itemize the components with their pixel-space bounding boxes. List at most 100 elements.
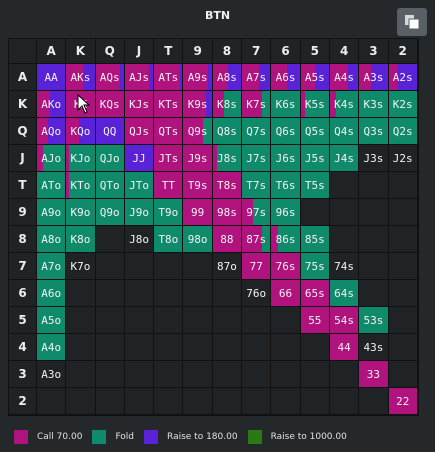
hand-cell[interactable]: 33 — [359, 361, 389, 388]
hand-cell[interactable] — [359, 388, 389, 415]
hand-cell[interactable] — [242, 307, 272, 334]
hand-cell[interactable]: 55 — [300, 307, 330, 334]
hand-cell[interactable] — [359, 226, 389, 253]
hand-cell[interactable] — [95, 388, 125, 415]
hand-cell[interactable] — [242, 334, 272, 361]
hand-cell[interactable]: 64s — [329, 280, 360, 307]
hand-cell[interactable] — [388, 253, 418, 280]
hand-cell[interactable]: A5s — [300, 64, 330, 91]
hand-cell[interactable]: 43s — [359, 334, 389, 361]
hand-cell[interactable] — [271, 361, 301, 388]
hand-cell[interactable] — [300, 334, 330, 361]
hand-cell[interactable]: T8s — [212, 172, 243, 199]
hand-cell[interactable] — [242, 361, 272, 388]
hand-cell[interactable] — [300, 388, 330, 415]
hand-cell[interactable]: 54s — [329, 307, 360, 334]
hand-cell[interactable]: AJs — [124, 64, 155, 91]
hand-cell[interactable] — [66, 361, 96, 388]
hand-cell[interactable] — [124, 253, 155, 280]
hand-cell[interactable]: AKs — [66, 64, 96, 91]
hand-cell[interactable]: ATo — [37, 172, 67, 199]
hand-cell[interactable]: J4s — [329, 145, 360, 172]
hand-cell[interactable]: A4s — [329, 64, 360, 91]
hand-cell[interactable] — [66, 388, 96, 415]
hand-cell[interactable] — [359, 253, 389, 280]
hand-cell[interactable]: A3o — [37, 361, 67, 388]
hand-cell[interactable]: 87o — [212, 253, 243, 280]
hand-cell[interactable] — [359, 172, 389, 199]
hand-cell[interactable]: AQo — [37, 118, 67, 145]
hand-cell[interactable] — [212, 280, 243, 307]
hand-cell[interactable] — [154, 334, 184, 361]
hand-cell[interactable] — [95, 280, 125, 307]
hand-cell[interactable]: 85s — [300, 226, 330, 253]
hand-cell[interactable]: K3s — [359, 91, 389, 118]
hand-cell[interactable] — [154, 253, 184, 280]
hand-cell[interactable]: T5s — [300, 172, 330, 199]
hand-cell[interactable]: Q7s — [242, 118, 272, 145]
hand-cell[interactable]: A9s — [183, 64, 213, 91]
hand-cell[interactable]: Q4s — [329, 118, 360, 145]
hand-cell[interactable]: A7o — [37, 253, 67, 280]
hand-cell[interactable] — [183, 361, 213, 388]
hand-cell[interactable] — [95, 253, 125, 280]
hand-cell[interactable]: A8o — [37, 226, 67, 253]
hand-cell[interactable]: 76o — [242, 280, 272, 307]
hand-cell[interactable]: JJ — [124, 145, 155, 172]
hand-cell[interactable]: QTo — [95, 172, 125, 199]
hand-cell[interactable]: Q5s — [300, 118, 330, 145]
hand-cell[interactable] — [388, 280, 418, 307]
hand-cell[interactable]: QQ — [95, 118, 125, 145]
hand-cell[interactable]: J9o — [124, 199, 155, 226]
hand-cell[interactable]: TT — [154, 172, 184, 199]
hand-cell[interactable]: 98s — [212, 199, 243, 226]
hand-cell[interactable] — [388, 199, 418, 226]
hand-cell[interactable]: Q9s — [183, 118, 213, 145]
hand-cell[interactable] — [300, 199, 330, 226]
hand-cell[interactable]: A3s — [359, 64, 389, 91]
hand-cell[interactable]: A4o — [37, 334, 67, 361]
hand-cell[interactable] — [37, 388, 67, 415]
hand-cell[interactable] — [95, 361, 125, 388]
hand-cell[interactable]: A2s — [388, 64, 418, 91]
hand-cell[interactable]: A9o — [37, 199, 67, 226]
hand-cell[interactable]: 88 — [212, 226, 243, 253]
hand-cell[interactable] — [388, 334, 418, 361]
hand-cell[interactable]: A7s — [242, 64, 272, 91]
hand-cell[interactable] — [183, 280, 213, 307]
hand-cell[interactable]: AKo — [37, 91, 67, 118]
hand-cell[interactable]: ATs — [154, 64, 184, 91]
hand-cell[interactable]: T7s — [242, 172, 272, 199]
hand-cell[interactable]: A5o — [37, 307, 67, 334]
hand-cell[interactable] — [242, 388, 272, 415]
hand-cell[interactable]: QTs — [154, 118, 184, 145]
hand-cell[interactable] — [212, 307, 243, 334]
hand-cell[interactable] — [212, 334, 243, 361]
hand-cell[interactable]: AQs — [95, 64, 125, 91]
hand-cell[interactable] — [154, 388, 184, 415]
hand-cell[interactable]: 76s — [271, 253, 301, 280]
hand-cell[interactable]: T9o — [154, 199, 184, 226]
hand-cell[interactable]: AJo — [37, 145, 67, 172]
hand-cell[interactable]: 77 — [242, 253, 272, 280]
hand-cell[interactable]: K9o — [66, 199, 96, 226]
hand-cell[interactable]: J5s — [300, 145, 330, 172]
hand-cell[interactable] — [95, 226, 125, 253]
hand-cell[interactable]: Q6s — [271, 118, 301, 145]
hand-cell[interactable] — [124, 361, 155, 388]
hand-cell[interactable]: K8o — [66, 226, 96, 253]
hand-cell[interactable]: KTs — [154, 91, 184, 118]
hand-cell[interactable] — [329, 388, 360, 415]
hand-cell[interactable]: A8s — [212, 64, 243, 91]
hand-cell[interactable]: T6s — [271, 172, 301, 199]
hand-cell[interactable]: 74s — [329, 253, 360, 280]
hand-cell[interactable] — [124, 388, 155, 415]
hand-cell[interactable] — [124, 307, 155, 334]
hand-cell[interactable]: 87s — [242, 226, 272, 253]
hand-cell[interactable]: Q9o — [95, 199, 125, 226]
hand-cell[interactable]: T9s — [183, 172, 213, 199]
hand-cell[interactable]: 98o — [183, 226, 213, 253]
hand-cell[interactable]: 75s — [300, 253, 330, 280]
hand-cell[interactable]: K8s — [212, 91, 243, 118]
hand-cell[interactable]: K7s — [242, 91, 272, 118]
